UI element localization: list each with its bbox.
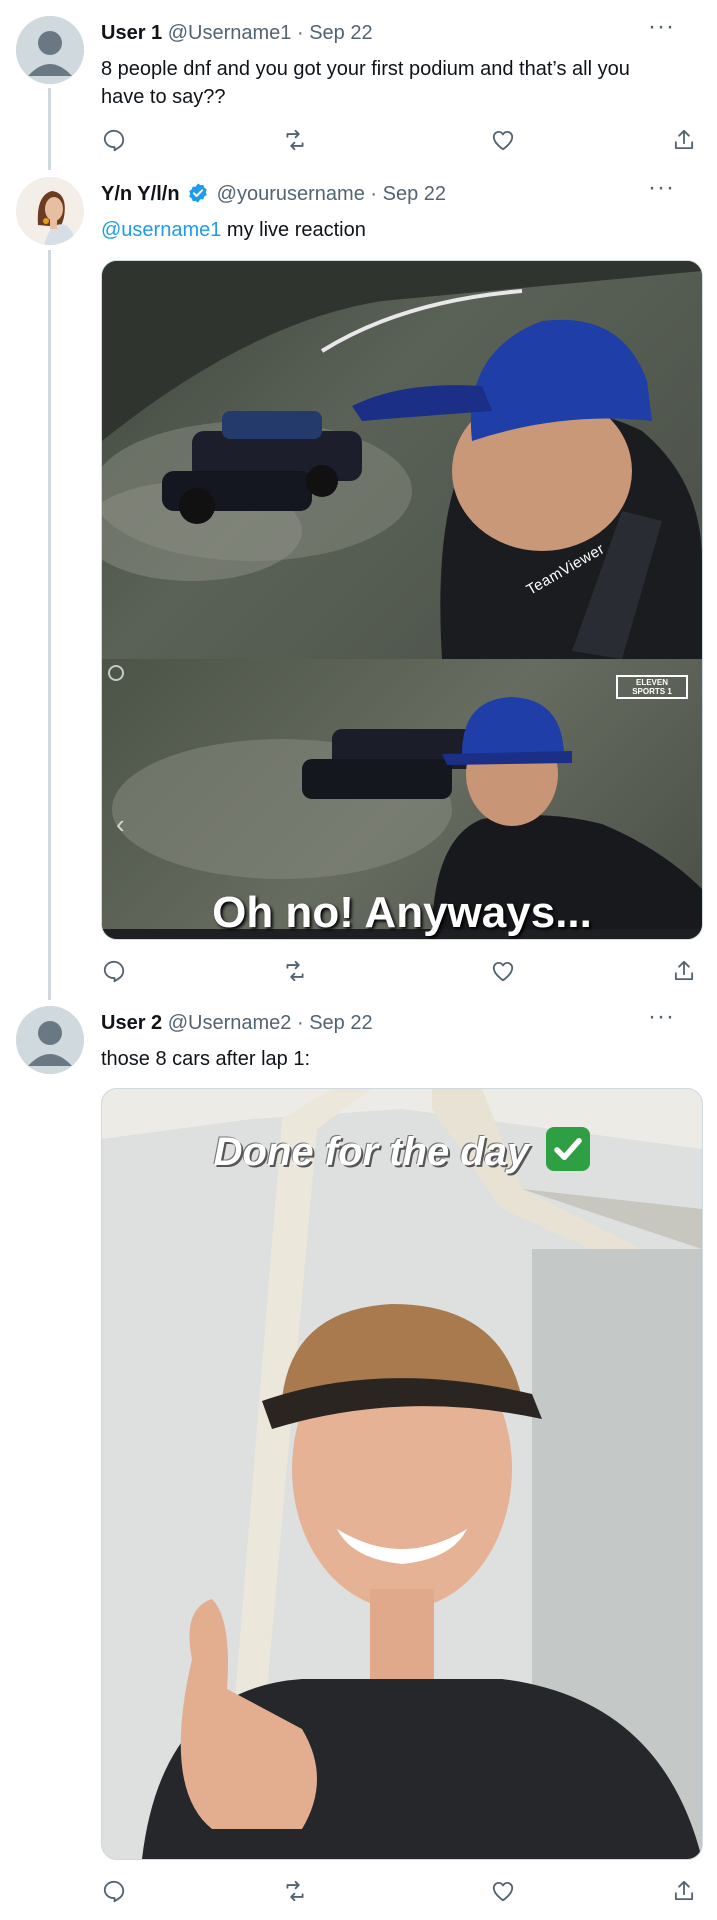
tweet-media-image[interactable]: Done for the day (101, 1088, 703, 1860)
separator: · (296, 22, 304, 44)
display-name[interactable]: User 2 (101, 1012, 162, 1034)
tweet-actions (101, 1878, 701, 1906)
mention-link[interactable]: @username1 (101, 219, 221, 241)
more-options-icon[interactable]: ··· (648, 15, 675, 39)
reply-icon[interactable] (101, 127, 129, 155)
tweet-actions (101, 958, 701, 986)
verified-badge-icon (187, 182, 209, 204)
selfie-caption: Done for the day (102, 1127, 702, 1176)
tweet-actions (101, 127, 701, 155)
carousel-prev-icon[interactable]: ‹ (116, 809, 125, 840)
display-name[interactable]: User 1 (101, 22, 162, 44)
meme-caption: Oh no! Anyways... (212, 888, 592, 937)
thread-line (48, 250, 51, 1000)
tweet-date[interactable]: Sep 22 (383, 183, 446, 205)
tweet-header: Y/n Y/l/n @yourusername · Sep 22 ··· (101, 176, 697, 206)
tweet-1[interactable]: User 1 @Username1 · Sep 22 ··· 8 people … (0, 0, 717, 170)
check-mark-icon (546, 1127, 591, 1171)
retweet-icon[interactable] (282, 1878, 310, 1906)
heart-icon[interactable] (490, 958, 518, 986)
reply-icon[interactable] (101, 958, 129, 986)
meme-bottom-panel: ELEVEN SPORTS 1 ‹ Oh no! Anyways... (102, 659, 702, 939)
thread-line (48, 88, 51, 170)
user-handle[interactable]: @Username2 (168, 1012, 292, 1034)
caption-text: Done for the day (213, 1130, 530, 1174)
tweet-text: 8 people dnf and you got your first podi… (101, 58, 630, 108)
share-icon[interactable] (671, 1878, 699, 1906)
tweet-date[interactable]: Sep 22 (309, 22, 372, 44)
selfie-image (102, 1089, 702, 1859)
user-handle[interactable]: @Username1 (168, 22, 292, 44)
broadcaster-logo: ELEVEN SPORTS 1 (616, 675, 688, 699)
share-icon[interactable] (671, 958, 699, 986)
retweet-icon[interactable] (282, 127, 310, 155)
tweet-header: User 1 @Username1 · Sep 22 ··· (101, 15, 697, 45)
separator: · (296, 1012, 304, 1034)
tweet-2[interactable]: Y/n Y/l/n @yourusername · Sep 22 ··· @us… (0, 170, 717, 1000)
avatar-user1[interactable] (16, 16, 84, 84)
crash-scene-image (102, 261, 702, 659)
tweet-text: @username1 my live reaction (101, 216, 677, 244)
tweet-date[interactable]: Sep 22 (309, 1012, 372, 1034)
heart-icon[interactable] (490, 127, 518, 155)
tweet-header: User 2 @Username2 · Sep 22 ··· (101, 1005, 697, 1035)
retweet-icon[interactable] (282, 958, 310, 986)
meme-top-panel: TeamViewer (102, 261, 702, 659)
tweet-3[interactable]: User 2 @Username2 · Sep 22 ··· those 8 c… (0, 1000, 717, 1920)
user-handle[interactable]: @yourusername (217, 183, 365, 205)
tweet-text: those 8 cars after lap 1: (101, 1048, 311, 1070)
more-options-icon[interactable]: ··· (648, 176, 675, 200)
more-options-icon[interactable]: ··· (648, 1005, 675, 1029)
rewind-icon (108, 665, 124, 681)
reply-icon[interactable] (101, 1878, 129, 1906)
tweet-text-body: my live reaction (221, 219, 366, 241)
avatar-user2[interactable] (16, 1006, 84, 1074)
heart-icon[interactable] (490, 1878, 518, 1906)
avatar-yn[interactable] (16, 177, 84, 245)
display-name[interactable]: Y/n Y/l/n (101, 183, 180, 205)
separator: · (370, 183, 378, 205)
share-icon[interactable] (671, 127, 699, 155)
tweet-media-image[interactable]: TeamViewer ELEVEN SPORTS 1 ‹ Oh no! Anyw… (101, 260, 703, 940)
